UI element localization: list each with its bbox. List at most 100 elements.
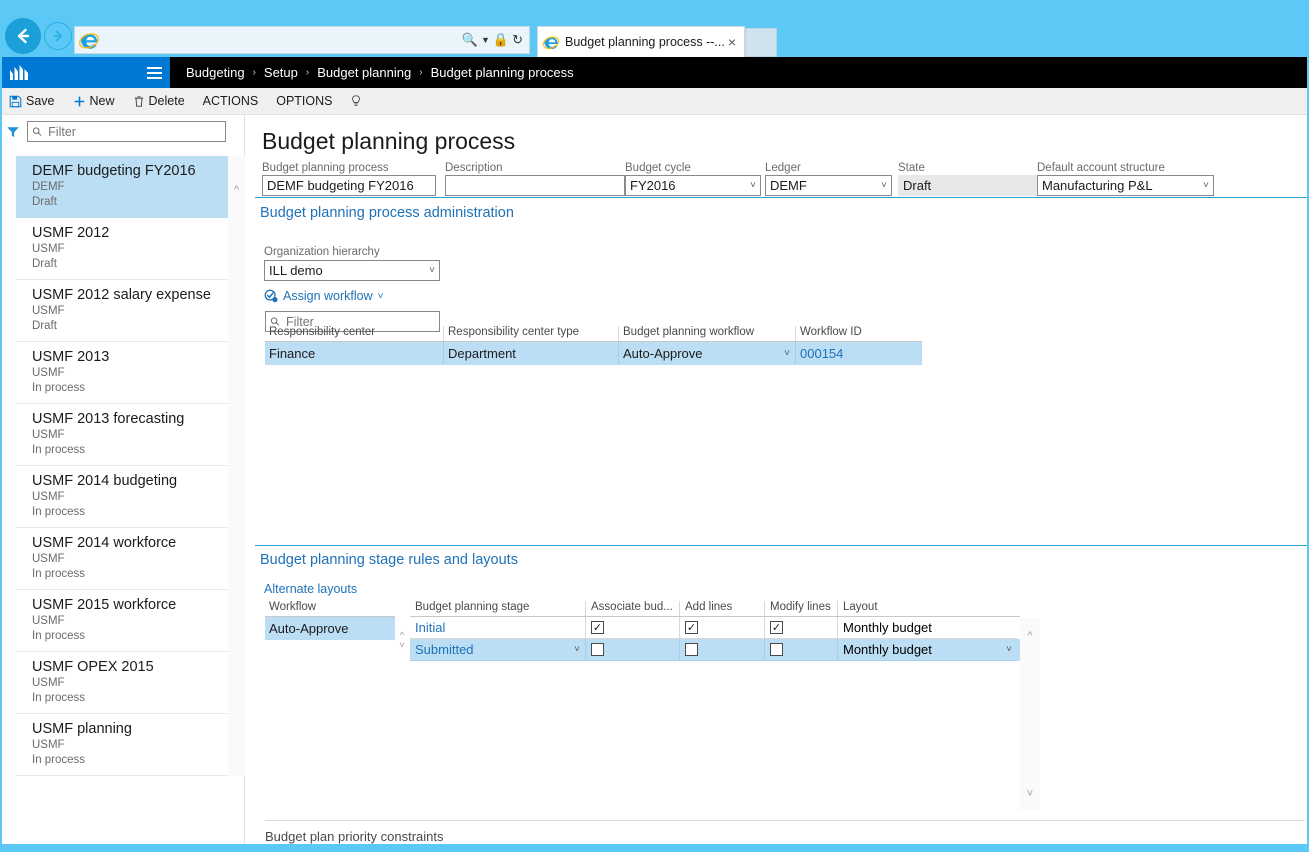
list-item-company: USMF <box>32 242 230 257</box>
grid-header-workflow[interactable]: Budget planning workflow <box>618 326 795 341</box>
chevron-down-icon[interactable]: ˅ <box>1020 788 1040 800</box>
list-item[interactable]: USMF 2012 salary expenseUSMFDraft <box>16 280 230 342</box>
resize-handle-icon[interactable]: ^ ˅ <box>396 617 408 662</box>
list-item-title: USMF OPEX 2015 <box>32 658 230 676</box>
browser-forward-button[interactable] <box>44 22 72 50</box>
cell-modify-lines[interactable]: ✓ <box>764 617 837 639</box>
actions-menu[interactable]: ACTIONS <box>194 88 268 115</box>
ledger-select[interactable]: DEMF ˅ <box>765 175 892 196</box>
list-item[interactable]: USMF 2014 workforceUSMFIn process <box>16 528 230 590</box>
cell-workflow[interactable]: Auto-Approve ˅ <box>618 342 795 365</box>
cell-modify-lines[interactable] <box>764 639 837 661</box>
organization-hierarchy-select[interactable]: ILL demo ˅ <box>264 260 440 281</box>
sidebar-filter-input[interactable] <box>46 124 221 140</box>
grid-header-workflow-id[interactable]: Workflow ID <box>795 326 922 341</box>
list-item-company: USMF <box>32 428 230 443</box>
list-item-title: USMF 2013 forecasting <box>32 410 230 428</box>
cell-associate-budget[interactable]: ✓ <box>585 617 679 639</box>
save-button[interactable]: Save <box>0 88 64 115</box>
list-item[interactable]: USMF planningUSMFIn process <box>16 714 230 776</box>
table-row[interactable]: Submitted ˅ Monthly budget ˅ <box>410 639 1020 661</box>
save-label: Save <box>26 94 55 108</box>
cell-layout[interactable]: Monthly budget ˅ <box>837 639 1017 661</box>
modify-lines-checkbox[interactable] <box>770 643 783 656</box>
budget-cycle-select[interactable]: FY2016 ˅ <box>625 175 761 196</box>
add-lines-checkbox[interactable] <box>685 643 698 656</box>
list-item[interactable]: USMF 2013 forecastingUSMFIn process <box>16 404 230 466</box>
organization-hierarchy-value: ILL demo <box>269 263 323 278</box>
refresh-icon[interactable]: ↻ <box>512 32 523 48</box>
list-item[interactable]: USMF 2013USMFIn process <box>16 342 230 404</box>
browser-back-button[interactable] <box>5 18 41 54</box>
actions-label: ACTIONS <box>203 94 259 108</box>
section-header-stage-rules[interactable]: Budget planning stage rules and layouts <box>260 552 518 568</box>
chevron-up-icon[interactable]: ^ <box>1020 630 1040 642</box>
browser-tab[interactable]: Budget planning process --... × <box>537 26 745 57</box>
grid-header-add-lines[interactable]: Add lines <box>679 601 764 616</box>
budget-planning-process-input[interactable]: DEMF budgeting FY2016 <box>262 175 436 196</box>
delete-button[interactable]: Delete <box>124 88 194 115</box>
list-item-company: USMF <box>32 304 230 319</box>
chevron-up-icon[interactable]: ^ <box>228 184 245 196</box>
sidebar-scrollbar[interactable]: ^ <box>228 156 245 776</box>
cell-responsibility-center[interactable]: Finance <box>265 342 443 365</box>
grid-header-layout[interactable]: Layout <box>837 601 1017 616</box>
section-header-priority-constraints[interactable]: Budget plan priority constraints <box>265 820 1305 844</box>
list-item[interactable]: USMF 2014 budgetingUSMFIn process <box>16 466 230 528</box>
hamburger-icon[interactable] <box>138 57 170 88</box>
chevron-down-icon: ˅ <box>429 265 435 276</box>
cell-add-lines[interactable] <box>679 639 764 661</box>
help-button[interactable] <box>341 88 371 115</box>
close-icon[interactable]: × <box>724 34 740 50</box>
grid-header-associate-budget[interactable]: Associate bud... <box>585 601 679 616</box>
record-list[interactable]: DEMF budgeting FY2016DEMFDraftUSMF 2012U… <box>16 156 230 856</box>
list-item[interactable]: DEMF budgeting FY2016DEMFDraft <box>16 156 230 218</box>
record-list-sidebar: DEMF budgeting FY2016DEMFDraftUSMF 2012U… <box>0 115 245 852</box>
cell-workflow-id[interactable]: 000154 <box>795 342 922 365</box>
add-lines-checkbox[interactable]: ✓ <box>685 621 698 634</box>
search-icon[interactable]: 🔍 <box>462 32 478 48</box>
stage-grid-scrollbar[interactable]: ^ ˅ <box>1020 618 1040 810</box>
description-input[interactable] <box>445 175 625 196</box>
address-bar[interactable]: 🔍 ▼ 🔒 ↻ <box>74 26 530 54</box>
filter-icon[interactable] <box>6 125 20 139</box>
list-item-title: USMF 2012 salary expense <box>32 286 230 304</box>
cell-layout[interactable]: Monthly budget <box>837 617 1017 639</box>
table-row[interactable]: Finance Department Auto-Approve ˅ 000154 <box>265 342 922 365</box>
chevron-down-icon: ˅ <box>399 640 404 650</box>
grid-header-center-type[interactable]: Responsibility center type <box>443 326 618 341</box>
breadcrumb-item-setup[interactable]: Setup <box>264 65 298 80</box>
default-account-structure-select[interactable]: Manufacturing P&L ˅ <box>1037 175 1214 196</box>
options-menu[interactable]: OPTIONS <box>267 88 341 115</box>
table-row[interactable]: Initial ✓ ✓ ✓ Monthly budget <box>410 617 1020 639</box>
cell-add-lines[interactable]: ✓ <box>679 617 764 639</box>
address-input[interactable] <box>100 33 462 48</box>
chevron-down-icon[interactable]: ▼ <box>481 35 490 45</box>
workflow-column-header[interactable]: Workflow <box>265 601 395 617</box>
associate-budget-checkbox[interactable]: ✓ <box>591 621 604 634</box>
new-tab-button[interactable] <box>745 28 777 57</box>
lock-icon[interactable]: 🔒 <box>493 32 509 48</box>
workflow-icon <box>264 289 278 303</box>
list-item[interactable]: USMF 2015 workforceUSMFIn process <box>16 590 230 652</box>
new-button[interactable]: New <box>64 88 124 115</box>
breadcrumb-item-budgeting[interactable]: Budgeting <box>186 65 245 80</box>
section-header-administration[interactable]: Budget planning process administration <box>260 205 514 221</box>
cell-center-type[interactable]: Department <box>443 342 618 365</box>
cell-stage[interactable]: Initial <box>410 617 585 639</box>
alternate-layouts-link[interactable]: Alternate layouts <box>264 582 357 596</box>
grid-header-modify-lines[interactable]: Modify lines <box>764 601 837 616</box>
associate-budget-checkbox[interactable] <box>591 643 604 656</box>
breadcrumb-item-budget-planning[interactable]: Budget planning <box>317 65 411 80</box>
cell-associate-budget[interactable] <box>585 639 679 661</box>
modify-lines-checkbox[interactable]: ✓ <box>770 621 783 634</box>
assign-workflow-button[interactable]: Assign workflow ˅ <box>264 289 383 303</box>
cell-stage[interactable]: Submitted ˅ <box>410 639 585 661</box>
breadcrumb-item-budget-planning-process[interactable]: Budget planning process <box>431 65 574 80</box>
sidebar-filter-box[interactable] <box>27 121 226 142</box>
grid-header-stage[interactable]: Budget planning stage <box>410 601 585 616</box>
list-item[interactable]: USMF 2012USMFDraft <box>16 218 230 280</box>
list-item[interactable]: USMF OPEX 2015USMFIn process <box>16 652 230 714</box>
workflow-column-cell[interactable]: Auto-Approve <box>265 617 395 640</box>
grid-header-responsibility-center[interactable]: Responsibility center <box>265 326 443 341</box>
